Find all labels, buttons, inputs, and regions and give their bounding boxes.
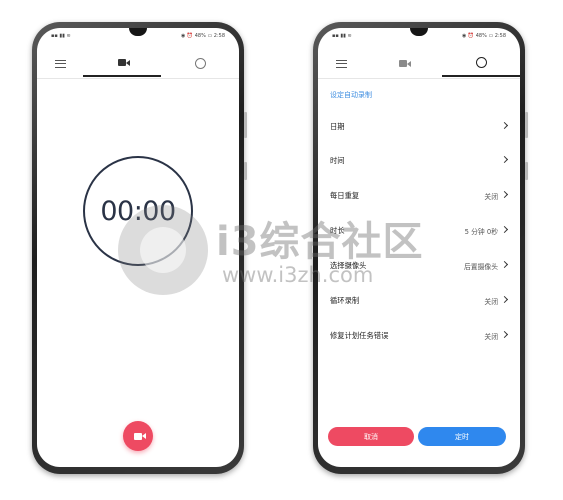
video-icon bbox=[399, 60, 411, 67]
chevron-right-icon bbox=[500, 295, 509, 303]
menu-icon bbox=[335, 59, 347, 68]
setting-label: 日期 bbox=[330, 122, 345, 131]
setting-label: 循环录制 bbox=[330, 296, 360, 305]
menu-button[interactable] bbox=[318, 50, 364, 77]
menu-button[interactable] bbox=[37, 50, 83, 77]
status-right: ◉ ⏰ 48% ▭ 2:58 bbox=[180, 33, 225, 39]
status-left: ▪▪ ▮▮ ≋ bbox=[332, 33, 352, 39]
setting-value: 后置摄像头 bbox=[464, 263, 498, 271]
setting-row-camera[interactable]: 选择摄像头 后置摄像头 bbox=[318, 249, 520, 283]
setting-row-duration[interactable]: 时长 5 分钟 0秒 bbox=[318, 214, 520, 248]
alarm-icon bbox=[475, 57, 487, 68]
setting-label: 修复计划任务错误 bbox=[330, 331, 389, 340]
alarm-icon bbox=[194, 58, 206, 69]
setting-label: 时长 bbox=[330, 226, 345, 235]
chevron-right-icon bbox=[500, 121, 509, 129]
setting-label: 时间 bbox=[330, 156, 345, 165]
setting-value: 5 分钟 0秒 bbox=[464, 228, 498, 236]
record-button[interactable] bbox=[123, 421, 153, 451]
status-left: ▪▪ ▮▮ ≋ bbox=[51, 33, 71, 39]
top-tab-bar bbox=[37, 50, 239, 79]
setting-value: 关闭 bbox=[484, 193, 498, 201]
section-title: 设定自动录制 bbox=[330, 91, 372, 99]
setting-label: 每日重复 bbox=[330, 191, 360, 200]
setting-value: 关闭 bbox=[484, 298, 498, 306]
volume-key bbox=[244, 112, 247, 138]
setting-row-fix-schedule[interactable]: 修复计划任务错误 关闭 bbox=[318, 319, 520, 353]
volume-key bbox=[525, 112, 528, 138]
left-phone-screen: ▪▪ ▮▮ ≋ ◉ ⏰ 48% ▭ 2:58 00:00 bbox=[37, 28, 239, 467]
right-phone-screen: ▪▪ ▮▮ ≋ ◉ ⏰ 48% ▭ 2:58 设定自动录制 日期 时间 每日重复… bbox=[318, 28, 520, 467]
cancel-button[interactable]: 取消 bbox=[328, 427, 414, 446]
power-key bbox=[525, 162, 528, 180]
setting-row-loop-recording[interactable]: 循环录制 关闭 bbox=[318, 284, 520, 318]
setting-row-date[interactable]: 日期 bbox=[318, 110, 520, 144]
chevron-right-icon bbox=[500, 190, 509, 198]
timer-display: 00:00 bbox=[100, 195, 176, 227]
chevron-right-icon bbox=[500, 260, 509, 268]
schedule-button[interactable]: 定时 bbox=[418, 427, 506, 446]
setting-label: 选择摄像头 bbox=[330, 261, 367, 270]
setting-value: 关闭 bbox=[484, 333, 498, 341]
status-right: ◉ ⏰ 48% ▭ 2:58 bbox=[461, 33, 506, 39]
tab-video-recorder[interactable] bbox=[83, 50, 161, 77]
power-key bbox=[244, 162, 247, 180]
right-phone-frame: ▪▪ ▮▮ ≋ ◉ ⏰ 48% ▭ 2:58 设定自动录制 日期 时间 每日重复… bbox=[313, 22, 528, 474]
status-bar: ▪▪ ▮▮ ≋ ◉ ⏰ 48% ▭ 2:58 bbox=[51, 33, 225, 41]
chevron-right-icon bbox=[500, 225, 509, 233]
setting-row-daily-repeat[interactable]: 每日重复 关闭 bbox=[318, 179, 520, 213]
tab-scheduled-recording[interactable] bbox=[161, 50, 239, 77]
left-phone-frame: ▪▪ ▮▮ ≋ ◉ ⏰ 48% ▭ 2:58 00:00 bbox=[32, 22, 247, 474]
chevron-right-icon bbox=[500, 330, 509, 338]
status-bar: ▪▪ ▮▮ ≋ ◉ ⏰ 48% ▭ 2:58 bbox=[332, 33, 506, 41]
timer-ring: 00:00 bbox=[83, 156, 193, 266]
chevron-right-icon bbox=[500, 155, 509, 163]
tab-video-recorder[interactable] bbox=[364, 50, 442, 77]
top-tab-bar bbox=[318, 50, 520, 79]
menu-icon bbox=[54, 59, 66, 68]
record-video-icon bbox=[134, 432, 146, 440]
video-icon bbox=[118, 59, 130, 66]
setting-row-time[interactable]: 时间 bbox=[318, 144, 520, 178]
tab-scheduled-recording[interactable] bbox=[442, 50, 520, 77]
